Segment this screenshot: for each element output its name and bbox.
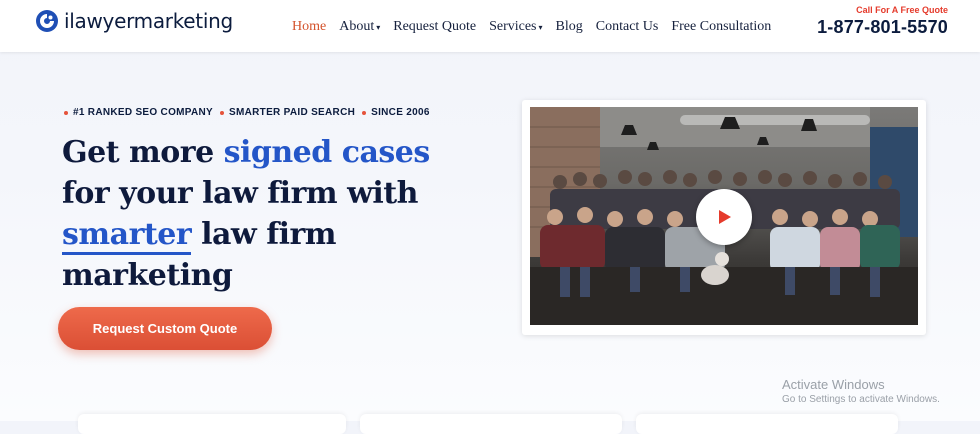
feature-card — [360, 414, 622, 434]
logo-swirl-icon — [36, 10, 58, 32]
team-photo-video[interactable] — [530, 107, 918, 325]
nav-contact-us-label: Contact Us — [595, 19, 659, 34]
headline-part1: Get more — [62, 135, 224, 170]
headline-part2: for your law firm with — [62, 176, 418, 211]
headline-highlight-smarter: smarter — [62, 217, 192, 255]
nav-home[interactable]: Home — [292, 19, 326, 35]
badge-since: SINCE 2006 — [371, 107, 430, 118]
phone-number[interactable]: 1-877-801-5570 — [817, 16, 948, 38]
nav-about[interactable]: About ▾ — [339, 19, 380, 35]
request-custom-quote-button[interactable]: Request Custom Quote — [58, 307, 272, 350]
nav-free-consultation-label: Free Consultation — [671, 19, 772, 34]
bullet-dot — [64, 110, 68, 115]
hero-headline: Get more signed cases for your law firm … — [62, 132, 442, 296]
nav-blog[interactable]: Blog — [556, 19, 583, 35]
call-cta-label: Call For A Free Quote — [856, 5, 948, 15]
nav-contact-us[interactable]: Contact Us — [596, 19, 659, 35]
badge-paid-search: SMARTER PAID SEARCH — [229, 107, 356, 118]
video-card — [522, 100, 926, 335]
caret-down-icon: ▾ — [376, 22, 381, 32]
feature-card — [78, 414, 346, 434]
watermark-title: Activate Windows — [782, 377, 885, 392]
nav-request-quote[interactable]: Request Quote — [393, 19, 476, 35]
play-icon[interactable] — [696, 189, 752, 245]
bullet-dot — [362, 110, 367, 115]
brand-logo[interactable]: ilawyermarketing — [35, 9, 233, 33]
nav-about-label: About — [339, 19, 375, 34]
nav-free-consultation[interactable]: Free Consultation — [671, 19, 771, 35]
main-nav: Home About ▾ Request Quote Services ▾ Blog… — [292, 19, 784, 35]
activate-windows-watermark: Activate Windows Go to Settings to activ… — [782, 377, 940, 407]
caret-down-icon: ▾ — [538, 22, 543, 32]
nav-home-label: Home — [292, 19, 327, 34]
headline-highlight-signed-cases: signed cases — [223, 135, 431, 170]
nav-services-label: Services — [489, 19, 537, 34]
badge-seo: #1 RANKED SEO COMPANY — [73, 107, 214, 118]
site-header: ilawyermarketing Home About ▾ Request Quo… — [0, 0, 980, 52]
feature-card — [636, 414, 898, 434]
nav-blog-label: Blog — [555, 19, 583, 34]
watermark-subtitle: Go to Settings to activate Windows. — [782, 394, 940, 405]
brand-name: ilawyermarketing — [64, 9, 233, 33]
call-cta[interactable]: Call For A Free Quote 1-877-801-5570 — [817, 5, 948, 38]
nav-services[interactable]: Services ▾ — [489, 19, 542, 35]
nav-request-quote-label: Request Quote — [393, 19, 477, 34]
hero-badges: #1 RANKED SEO COMPANY SMARTER PAID SEARC… — [64, 107, 437, 118]
bullet-dot — [220, 110, 225, 115]
